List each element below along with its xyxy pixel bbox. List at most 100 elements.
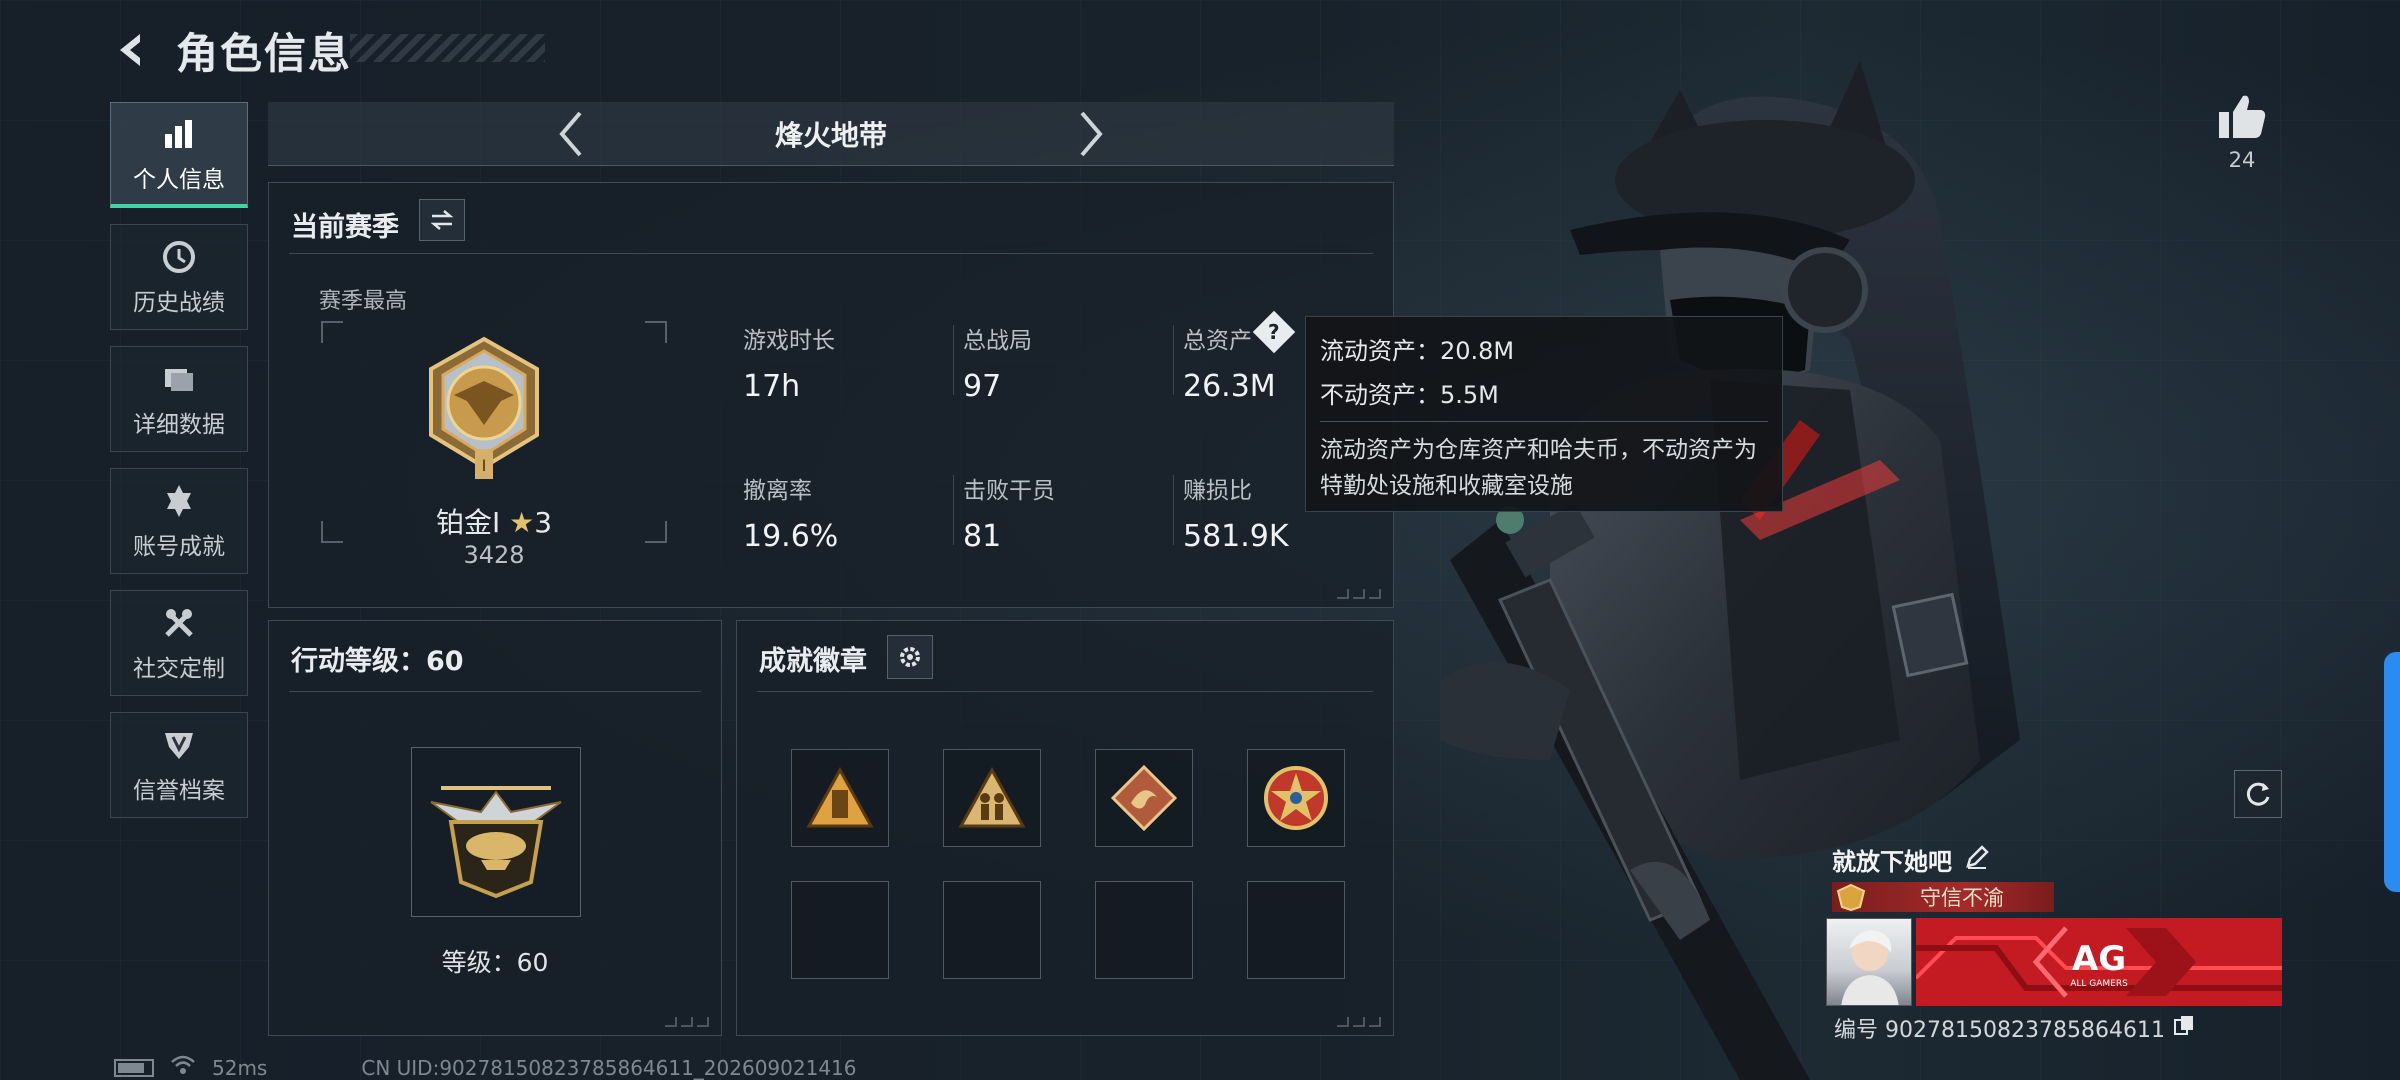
sidebar-item-account-achievements[interactable]: 账号成就 xyxy=(110,468,248,574)
mode-title: 烽火地带 xyxy=(774,118,887,152)
achievement-star-emblem-icon xyxy=(1264,766,1328,830)
player-name: 就放下她吧 xyxy=(1832,842,1990,877)
divider xyxy=(953,475,954,545)
tools-icon xyxy=(159,603,199,643)
season-title: 当前赛季 xyxy=(291,212,399,243)
next-mode-button[interactable] xyxy=(1071,106,1111,162)
stat-total-matches: 总战局 97 xyxy=(963,321,1163,404)
like-button[interactable]: 24 xyxy=(2210,92,2274,172)
divider xyxy=(1320,421,1768,422)
rank-stars: 3 xyxy=(534,506,553,539)
bar-chart-icon xyxy=(159,114,199,154)
achievement-slot-empty[interactable] xyxy=(1095,881,1193,979)
level-text: 等级：60 xyxy=(441,948,549,977)
honor-title-badge[interactable]: 守信不渝 xyxy=(1832,882,2054,912)
achievement-slot-empty[interactable] xyxy=(791,881,889,979)
sidebar-item-reputation[interactable]: 信誉档案 xyxy=(110,712,248,818)
folder-icon xyxy=(159,359,199,399)
tooltip-description: 流动资产为仓库资产和哈夫币，不动资产为特勤处设施和收藏室设施 xyxy=(1320,437,1757,499)
mode-selector: 烽火地带 xyxy=(268,102,1394,166)
stat-play-time: 游戏时长 17h xyxy=(743,321,943,404)
side-drawer-tab[interactable] xyxy=(2384,652,2400,892)
sidebar-item-label: 个人信息 xyxy=(133,166,225,193)
page-title: 角色信息 xyxy=(176,28,353,78)
svg-text:I: I xyxy=(482,456,487,475)
profile-banner[interactable]: AG ALL GAMERS xyxy=(1916,918,2282,1006)
battery-icon xyxy=(114,1058,154,1077)
tooltip-fixed-assets: 不动资产：5.5M xyxy=(1320,381,1499,409)
sidebar-item-social-custom[interactable]: 社交定制 xyxy=(110,590,248,696)
achievement-settings-button[interactable] xyxy=(887,635,933,679)
sidebar-item-personal-info[interactable]: 个人信息 xyxy=(110,102,248,208)
stat-value: 581.9K xyxy=(1183,519,1289,554)
achievement-slot-empty[interactable] xyxy=(1247,881,1345,979)
stat-value: 81 xyxy=(963,519,1002,554)
achievement-slot-empty[interactable] xyxy=(943,881,1041,979)
achievements-title: 成就徽章 xyxy=(759,646,867,677)
reputation-shield-icon xyxy=(159,725,199,765)
star-icon: ★ xyxy=(509,506,535,539)
ping-text: 52ms xyxy=(212,1055,268,1080)
panel-corner-decoration xyxy=(1337,589,1381,599)
achievement-badges-panel: 成就徽章 xyxy=(736,620,1394,1036)
stat-label: 总战局 xyxy=(963,328,1032,354)
thumbs-up-icon xyxy=(2219,95,2266,138)
tooltip-liquid-assets: 流动资产：20.8M xyxy=(1320,337,1515,365)
back-arrow-icon[interactable] xyxy=(110,28,154,72)
panel-corner-decoration xyxy=(665,1017,709,1027)
divider xyxy=(289,253,1373,254)
achievement-slot[interactable] xyxy=(1247,749,1345,847)
sidebar-item-label: 详细数据 xyxy=(133,412,225,438)
divider xyxy=(1173,325,1174,395)
stat-label: 撤离率 xyxy=(743,478,812,504)
gear-icon xyxy=(900,647,920,667)
rank-name: 铂金Ⅰ ★3 xyxy=(369,501,619,541)
achievement-slot[interactable] xyxy=(791,749,889,847)
level-badge[interactable] xyxy=(411,747,581,917)
chevron-left-icon xyxy=(559,111,582,156)
achievement-dragon-icon xyxy=(1110,764,1178,832)
rank-badge-icon: I xyxy=(421,335,547,495)
header: 角色信息 xyxy=(110,20,352,80)
sidebar-item-label: 历史战绩 xyxy=(133,290,225,316)
status-footer: 52ms CN UID:90278150823785864611_2026090… xyxy=(114,1054,857,1080)
assets-tooltip: 流动资产：20.8M 不动资产：5.5M 流动资产为仓库资产和哈夫币，不动资产为… xyxy=(1305,316,1783,512)
rotate-model-button[interactable] xyxy=(2234,770,2282,818)
divider xyxy=(1173,475,1174,545)
divider xyxy=(953,325,954,395)
banner-logo-text: AG xyxy=(2072,939,2126,979)
banner-logo-subtext: ALL GAMERS xyxy=(2070,979,2128,989)
avatar[interactable] xyxy=(1826,918,1912,1006)
like-count: 24 xyxy=(2228,148,2256,172)
refresh-icon xyxy=(2246,782,2270,806)
current-season-panel: 当前赛季 赛季最高 I 铂金Ⅰ ★3 3428 游戏时长 17h 总战局 97 … xyxy=(268,182,1394,608)
wifi-icon xyxy=(170,1054,196,1080)
stat-label: 游戏时长 xyxy=(743,328,835,354)
achievement-soldiers-icon xyxy=(958,766,1026,828)
achievement-cross-icon xyxy=(159,481,199,521)
prev-mode-button[interactable] xyxy=(551,106,591,162)
sidebar: 个人信息 历史战绩 详细数据 账号成就 社交定制 信誉档案 xyxy=(110,102,250,818)
stat-value: 17h xyxy=(743,369,801,404)
stat-kills: 击败干员 81 xyxy=(963,471,1163,554)
uid-text: CN UID:90278150823785864611_202609021416 xyxy=(361,1055,857,1080)
achievement-slot[interactable] xyxy=(1095,749,1193,847)
season-switch-button[interactable] xyxy=(419,199,465,241)
stat-value: 97 xyxy=(963,369,1002,404)
panel-corner-decoration xyxy=(1337,1017,1381,1027)
player-id-text: 编号 90278150823785864611 xyxy=(1834,1018,2165,1043)
copy-icon[interactable] xyxy=(2173,1014,2195,1042)
achievement-slot[interactable] xyxy=(943,749,1041,847)
stat-label: 击败干员 xyxy=(963,478,1055,504)
divider xyxy=(289,691,701,692)
stat-value: 19.6% xyxy=(743,519,839,554)
stat-extraction-rate: 撤离率 19.6% xyxy=(743,471,943,554)
rank-score: 3428 xyxy=(463,541,525,569)
sidebar-item-detailed-data[interactable]: 详细数据 xyxy=(110,346,248,452)
achievement-pyramid-icon xyxy=(806,766,874,828)
edit-pencil-icon[interactable] xyxy=(1964,844,1990,876)
sidebar-item-label: 社交定制 xyxy=(133,656,225,682)
clock-history-icon xyxy=(159,237,199,277)
rank-tier: 铂金Ⅰ xyxy=(435,506,501,539)
sidebar-item-history[interactable]: 历史战绩 xyxy=(110,224,248,330)
